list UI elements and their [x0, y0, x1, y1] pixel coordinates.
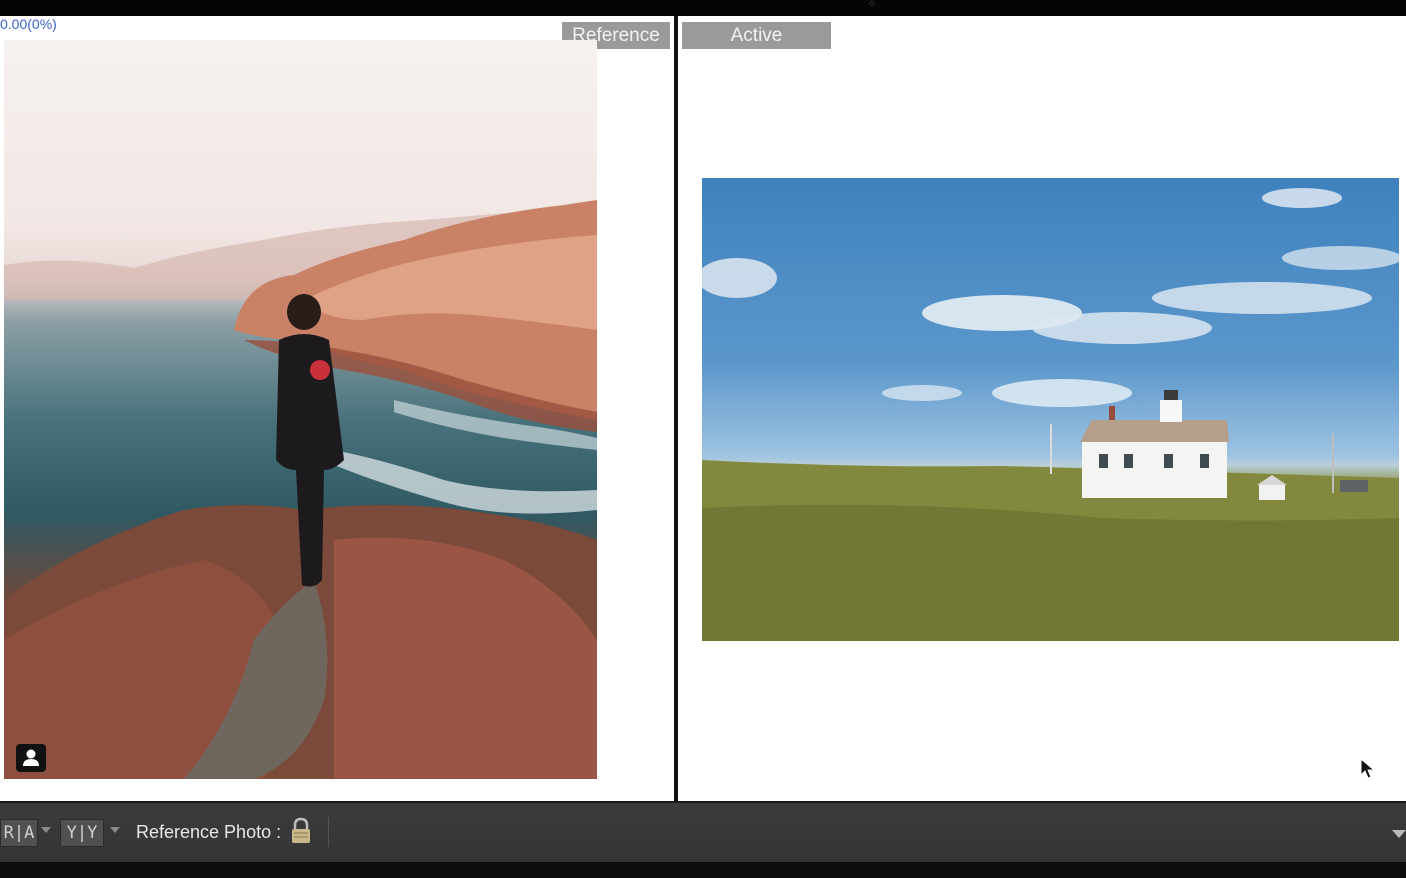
portrait-badge[interactable] — [16, 744, 46, 772]
active-panel: Active — [678, 16, 1406, 801]
chevron-down-icon[interactable] — [110, 827, 120, 833]
chevron-down-icon[interactable] — [41, 827, 51, 833]
view-mode-yy-button[interactable]: Y|Y — [60, 819, 104, 847]
active-photo[interactable] — [702, 178, 1399, 641]
active-tab[interactable]: Active — [682, 22, 831, 49]
toolbar-separator — [328, 817, 329, 847]
compare-toolbar: R|A Y|Y Reference Photo : — [0, 801, 1406, 863]
reference-photo-label: Reference Photo : — [136, 822, 282, 842]
view-mode-ra-button[interactable]: R|A — [0, 819, 38, 847]
top-strip: ⁘ — [0, 0, 1406, 16]
panel-handle-icon[interactable]: ⁘ — [862, 0, 882, 10]
mouse-pointer-icon — [1360, 758, 1376, 779]
person-icon — [23, 749, 39, 766]
toolbar-dropdown-icon[interactable] — [1392, 830, 1406, 838]
zoom-readout: 0.00(0%) — [0, 16, 57, 32]
filmstrip-edge — [0, 862, 1406, 878]
reference-photo[interactable] — [4, 40, 597, 779]
reference-panel: 0.00(0%) Reference — [0, 16, 674, 801]
lock-icon[interactable] — [290, 817, 312, 845]
